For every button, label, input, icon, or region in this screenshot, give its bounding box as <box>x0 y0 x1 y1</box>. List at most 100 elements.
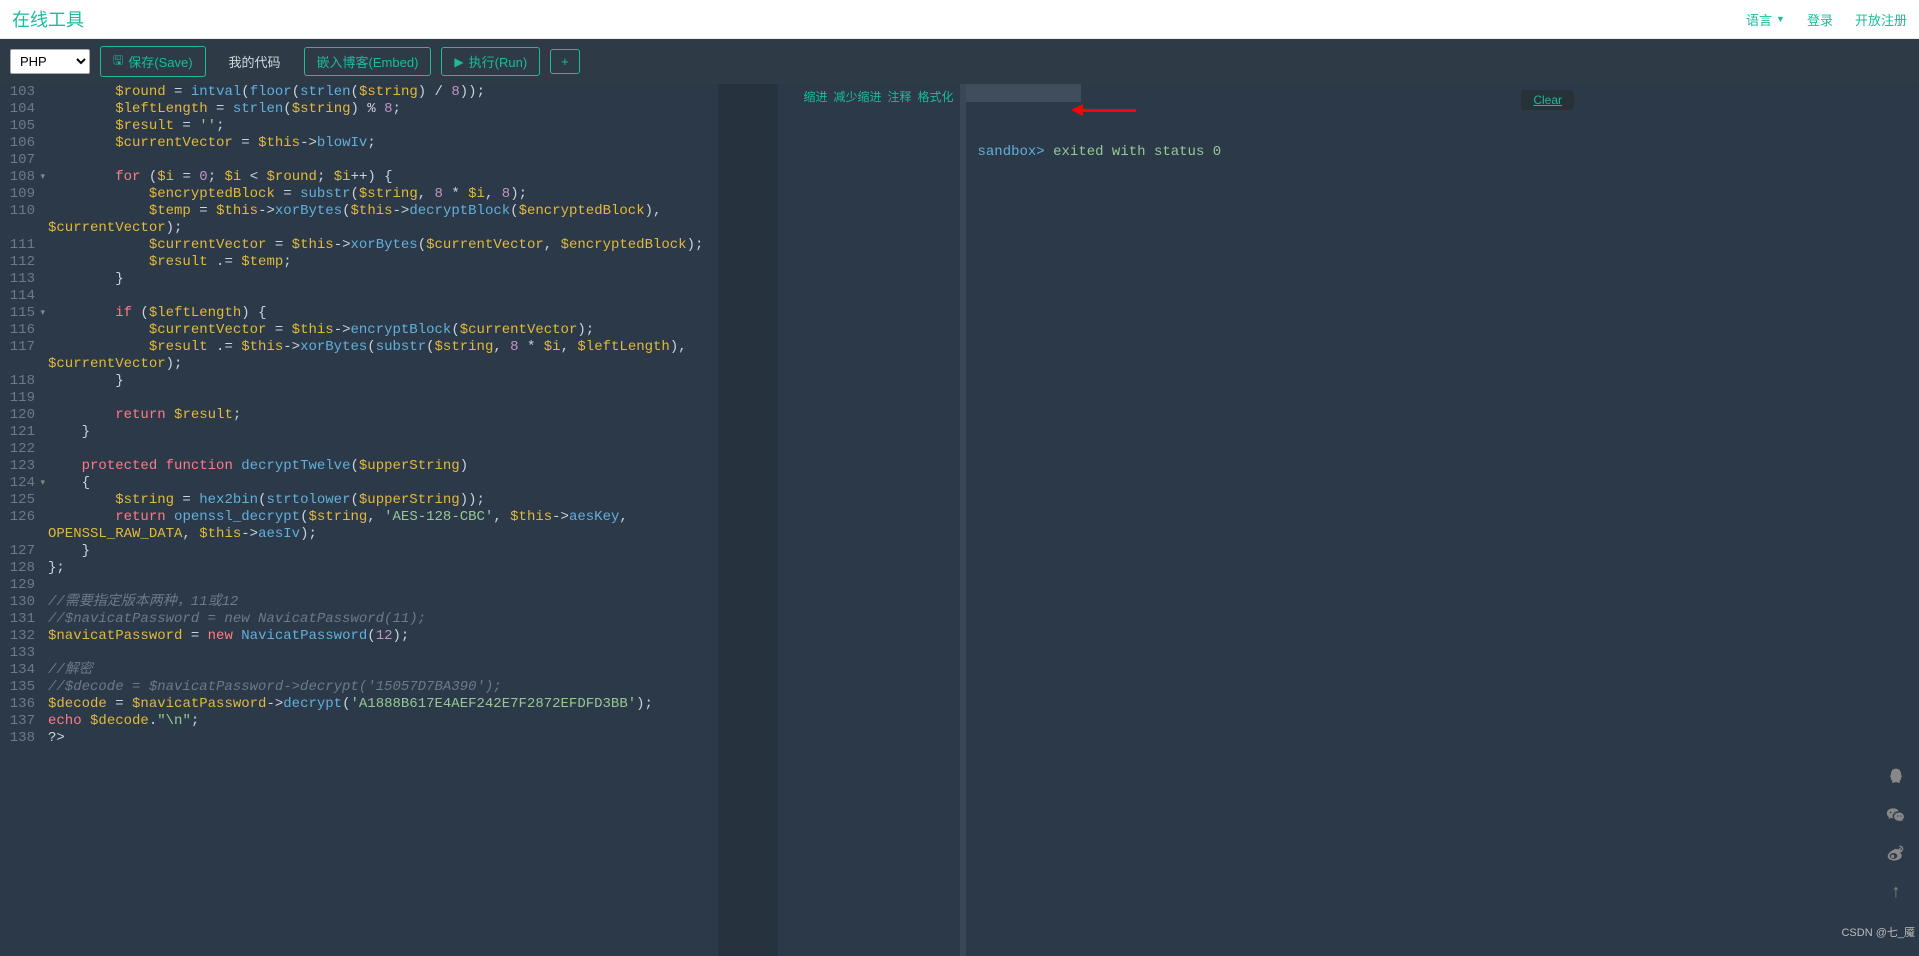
line-number: 121 <box>0 424 35 441</box>
output-text: sandbox> exited with status 0 <box>978 144 1908 160</box>
code-line: return openssl_decrypt($string, 'AES-128… <box>48 509 708 543</box>
arrow-head-icon <box>1071 104 1083 116</box>
code-line: } <box>48 271 708 288</box>
run-button[interactable]: ▶ 执行(Run) <box>441 47 540 76</box>
scroll-top-icon[interactable]: ↑ <box>1885 880 1907 902</box>
lang-dropdown[interactable]: 语言 ▼ <box>1746 10 1785 29</box>
line-number: 114 <box>0 288 35 305</box>
code-line <box>48 441 708 458</box>
output-status: exited with status 0 <box>1053 144 1221 160</box>
line-number: 106 <box>0 135 35 152</box>
code-line <box>48 645 708 662</box>
code-line: $encryptedBlock = substr($string, 8 * $i… <box>48 186 708 203</box>
line-number: 113 <box>0 271 35 288</box>
code-line: protected function decryptTwelve($upperS… <box>48 458 708 475</box>
register-link[interactable]: 开放注册 <box>1855 10 1907 29</box>
save-label: 保存(Save) <box>128 52 192 71</box>
line-number: 132 <box>0 628 35 645</box>
comment-button[interactable]: 注释 <box>887 90 911 107</box>
line-number: 109 <box>0 186 35 203</box>
line-number: 118 <box>0 373 35 390</box>
line-number: 120 <box>0 407 35 424</box>
line-number: 122 <box>0 441 35 458</box>
annotation-arrow <box>1081 109 1136 112</box>
line-number: 104 <box>0 101 35 118</box>
line-number: 115 <box>0 305 35 322</box>
line-number: 138 <box>0 730 35 747</box>
code-line: //解密 <box>48 662 708 679</box>
toolbar: PHP 🖫 保存(Save) 我的代码 嵌入博客(Embed) ▶ 执行(Run… <box>0 39 1919 84</box>
output-tab[interactable] <box>966 84 1081 102</box>
editor-toolbar: 缩进 减少缩进 注释 格式化 <box>803 90 953 107</box>
line-number: 116 <box>0 322 35 339</box>
output-pane: Clear sandbox> exited with status 0 <box>966 84 1919 956</box>
embed-button[interactable]: 嵌入博客(Embed) <box>304 47 432 76</box>
run-label: 执行(Run) <box>469 52 528 71</box>
indent-button[interactable]: 缩进 <box>803 90 827 107</box>
social-float: ↑ <box>1885 766 1907 902</box>
code-line: } <box>48 424 708 441</box>
clear-button[interactable]: Clear <box>1521 90 1574 110</box>
line-number: 126 <box>0 509 35 526</box>
outdent-button[interactable]: 减少缩进 <box>833 90 881 107</box>
editor-pane[interactable]: 缩进 减少缩进 注释 格式化 1031041051061071081091101… <box>0 84 960 956</box>
line-gutter: 1031041051061071081091101111121131141151… <box>0 84 41 956</box>
line-number: 117 <box>0 339 35 356</box>
code-line: $result = ''; <box>48 118 708 135</box>
output-prompt: sandbox> <box>978 144 1045 160</box>
add-button[interactable]: + <box>550 49 580 74</box>
code-line: //$navicatPassword = new NavicatPassword… <box>48 611 708 628</box>
lang-label: 语言 <box>1746 10 1772 29</box>
line-number: 110 <box>0 203 35 220</box>
code-line: }; <box>48 560 708 577</box>
code-line <box>48 288 708 305</box>
line-number: 124 <box>0 475 35 492</box>
code-line: $result .= $temp; <box>48 254 708 271</box>
code-line: $string = hex2bin(strtolower($upperStrin… <box>48 492 708 509</box>
format-button[interactable]: 格式化 <box>917 90 953 107</box>
top-header: 在线工具 语言 ▼ 登录 开放注册 <box>0 0 1919 39</box>
wechat-icon[interactable] <box>1885 804 1907 826</box>
line-number: 105 <box>0 118 35 135</box>
code-line: $temp = $this->xorBytes($this->decryptBl… <box>48 203 708 237</box>
save-button[interactable]: 🖫 保存(Save) <box>100 46 206 77</box>
qq-icon[interactable] <box>1885 766 1907 788</box>
line-number: 130 <box>0 594 35 611</box>
code-line: //需要指定版本两种，11或12 <box>48 594 708 611</box>
code-line: $navicatPassword = new NavicatPassword(1… <box>48 628 708 645</box>
line-number: 119 <box>0 390 35 407</box>
code-line: $currentVector = $this->blowIv; <box>48 135 708 152</box>
code-line: $leftLength = strlen($string) % 8; <box>48 101 708 118</box>
brand-title: 在线工具 <box>12 6 84 32</box>
line-number: 127 <box>0 543 35 560</box>
line-number: 112 <box>0 254 35 271</box>
login-link[interactable]: 登录 <box>1807 10 1833 29</box>
line-number: 103 <box>0 84 35 101</box>
my-code-button[interactable]: 我的代码 <box>216 47 294 76</box>
language-select[interactable]: PHP <box>10 49 90 74</box>
line-number: 125 <box>0 492 35 509</box>
code-line: $decode = $navicatPassword->decrypt('A18… <box>48 696 708 713</box>
line-number: 111 <box>0 237 35 254</box>
line-number: 133 <box>0 645 35 662</box>
line-number: 134 <box>0 662 35 679</box>
line-number: 129 <box>0 577 35 594</box>
line-number: 135 <box>0 679 35 696</box>
code-line: $round = intval(floor(strlen($string) / … <box>48 84 708 101</box>
code-line: $currentVector = $this->encryptBlock($cu… <box>48 322 708 339</box>
line-number: 137 <box>0 713 35 730</box>
line-number: 123 <box>0 458 35 475</box>
code-line: echo $decode."\n"; <box>48 713 708 730</box>
play-icon: ▶ <box>454 55 463 69</box>
code-line: $currentVector = $this->xorBytes($curren… <box>48 237 708 254</box>
code-line: { <box>48 475 708 492</box>
code-line: } <box>48 373 708 390</box>
line-number: 136 <box>0 696 35 713</box>
code-area[interactable]: $round = intval(floor(strlen($string) / … <box>48 84 960 747</box>
code-line <box>48 577 708 594</box>
workspace: 缩进 减少缩进 注释 格式化 1031041051061071081091101… <box>0 84 1919 956</box>
weibo-icon[interactable] <box>1885 842 1907 864</box>
line-number: 128 <box>0 560 35 577</box>
code-line: } <box>48 543 708 560</box>
code-line: //$decode = $navicatPassword->decrypt('1… <box>48 679 708 696</box>
